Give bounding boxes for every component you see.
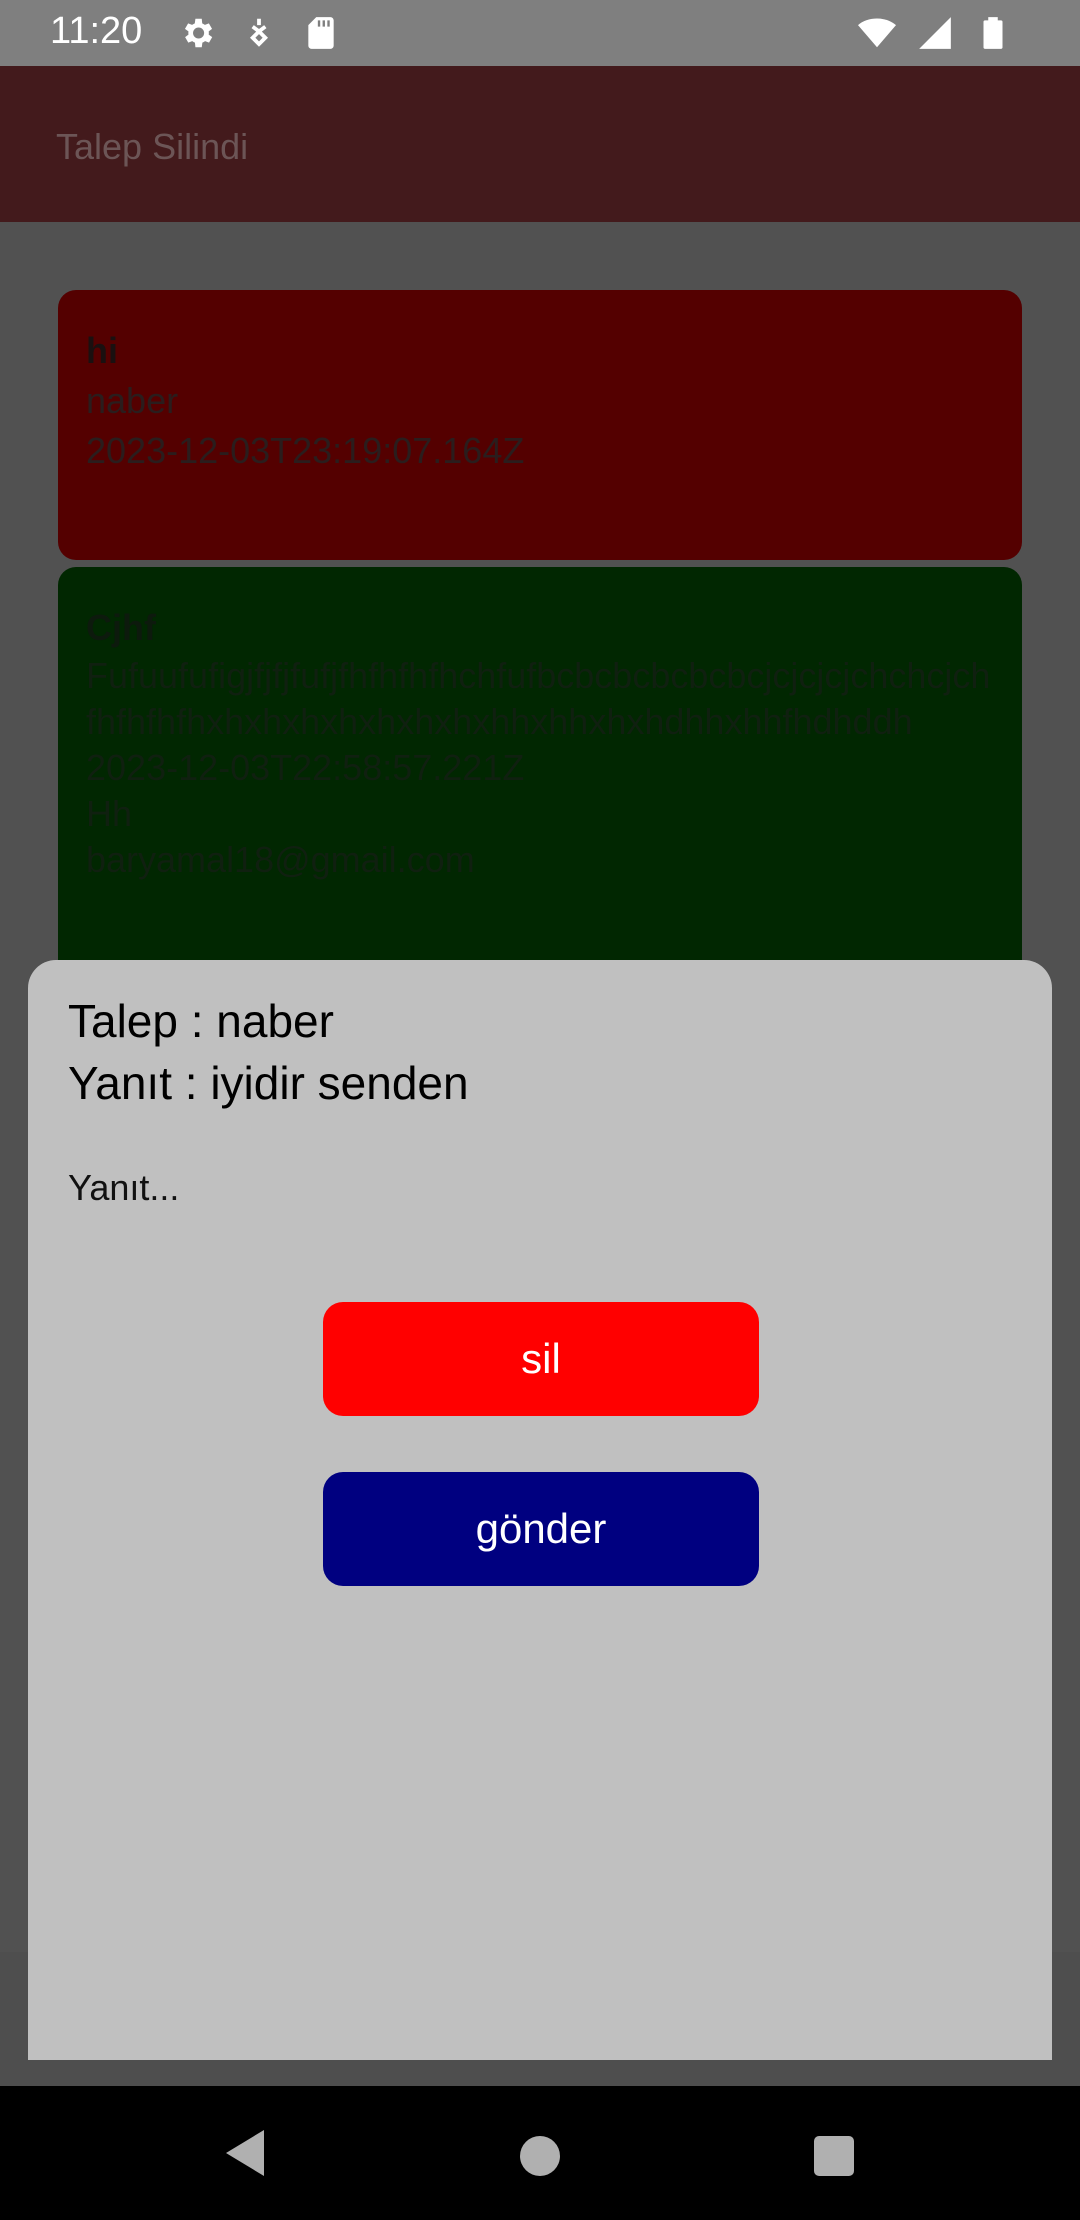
status-bar: 11:20: [0, 0, 1080, 66]
card-extra: Hh: [86, 793, 133, 834]
answer-input[interactable]: [68, 1158, 1008, 1218]
request-card[interactable]: hi naber 2023-12-03T23:19:07.164Z: [58, 290, 1022, 560]
card-email: baryamal18@gmail.com: [86, 839, 475, 880]
card-body: Fufuufufigjfjfjfufjfhfhfhfhchfufbcbcbcbc…: [86, 655, 991, 742]
delete-button[interactable]: sil: [323, 1302, 759, 1416]
wifi-icon: [858, 18, 896, 48]
back-icon[interactable]: [222, 2128, 266, 2178]
card-title: hi: [86, 330, 118, 371]
card-timestamp: 2023-12-03T22:58:57.221Z: [86, 747, 525, 788]
navigation-bar: [0, 2086, 1080, 2220]
usb-debug-icon: [249, 18, 269, 47]
reply-dialog: Talep : naber Yanıt : iyidir senden sil …: [28, 960, 1052, 2060]
app-bar: Talep Silindi: [0, 66, 1080, 222]
sd-card-icon: [308, 17, 334, 49]
status-icons-left: [178, 14, 340, 52]
send-button[interactable]: gönder: [323, 1472, 759, 1586]
status-time: 11:20: [50, 10, 143, 52]
card-timestamp: 2023-12-03T23:19:07.164Z: [86, 430, 525, 471]
card-body: naber: [86, 380, 179, 421]
recents-icon[interactable]: [814, 2136, 854, 2176]
battery-icon: [983, 17, 1003, 49]
request-text: Talep : naber: [68, 995, 334, 1047]
app-title: Talep Silindi: [56, 126, 249, 167]
gear-icon: [184, 18, 213, 48]
status-icons-right: [858, 14, 1012, 52]
card-title: Cjhf: [86, 607, 156, 648]
signal-icon: [919, 17, 951, 49]
home-icon[interactable]: [520, 2136, 560, 2176]
answer-text: Yanıt : iyidir senden: [68, 1057, 469, 1109]
